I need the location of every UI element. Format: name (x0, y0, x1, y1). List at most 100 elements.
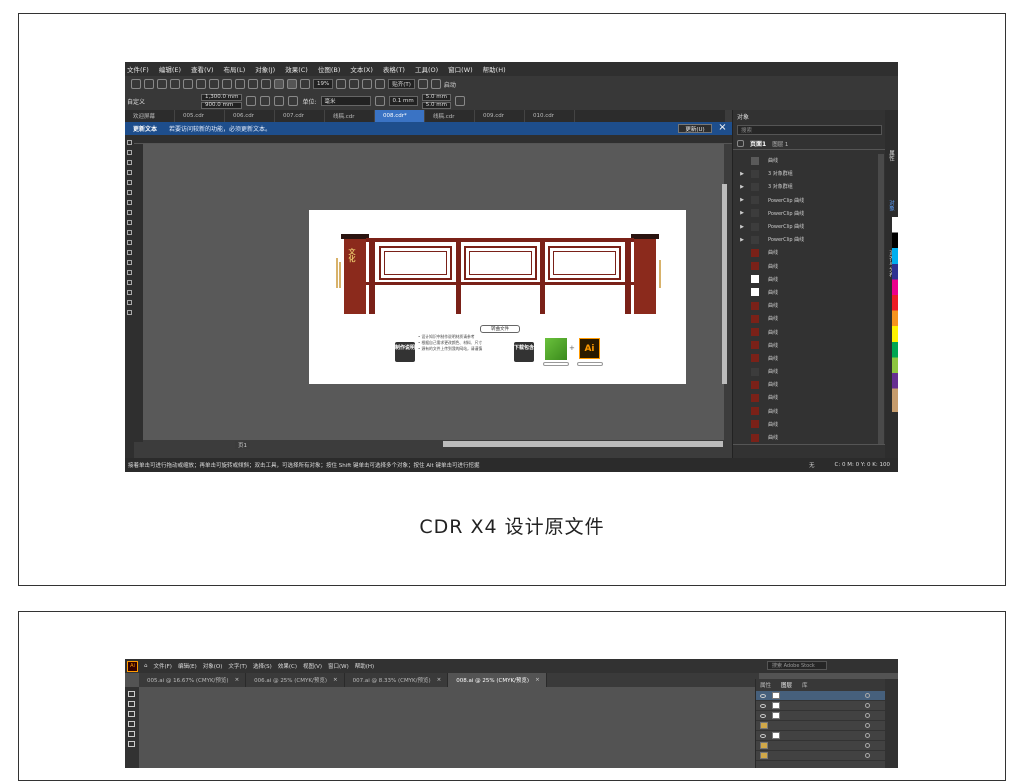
close-icon[interactable]: × (235, 677, 240, 683)
object-row[interactable]: 曲线 (733, 312, 878, 325)
object-row[interactable]: 曲线 (733, 299, 878, 312)
layer-node[interactable]: 图层 1 (772, 140, 788, 148)
object-row[interactable]: 曲线 (733, 246, 878, 259)
ai-menu-item[interactable]: 视图(V) (303, 662, 322, 670)
objects-scrollbar[interactable] (878, 154, 884, 444)
visibility-icon[interactable] (760, 703, 766, 708)
menu-item[interactable]: 对象(J) (255, 64, 275, 74)
document-tab[interactable]: 010.cdr (525, 110, 575, 122)
page-navigator[interactable]: 页1 (135, 440, 435, 449)
artistic-media-icon[interactable] (127, 190, 132, 195)
show-guides-icon[interactable] (375, 79, 386, 89)
ai-document-tab[interactable]: 008.ai @ 25% (CMYK/预览) × (448, 673, 547, 687)
close-icon[interactable]: × (333, 677, 338, 683)
show-rulers-icon[interactable] (349, 79, 360, 89)
close-icon[interactable]: × (437, 677, 442, 683)
document-tab[interactable]: 线稿.cdr (325, 110, 375, 122)
page-height-field[interactable]: 900.0 mm (201, 101, 243, 109)
blend-tool-icon[interactable] (127, 270, 132, 275)
ai-document-tab[interactable]: 007.ai @ 8.33% (CMYK/预览) × (345, 673, 449, 687)
pick-tool-icon[interactable] (127, 140, 132, 145)
ai-panel-tab[interactable]: 库 (802, 681, 808, 689)
document-tab[interactable]: 005.cdr (175, 110, 225, 122)
layer-icon[interactable] (737, 140, 744, 147)
snap-to-dropdown[interactable]: 贴齐(T) (388, 79, 415, 89)
gear-icon[interactable] (417, 79, 428, 89)
text-tool-icon[interactable] (127, 230, 132, 235)
ai-menu-item[interactable]: 文件(F) (154, 662, 172, 670)
document-tab[interactable]: 009.cdr (475, 110, 525, 122)
expand-arrow-icon[interactable]: ▶ (733, 210, 751, 216)
export-icon[interactable] (287, 79, 297, 89)
page-node[interactable]: 页面1 (750, 139, 766, 148)
menu-item[interactable]: 文本(X) (350, 64, 373, 74)
object-row[interactable]: 曲线 (733, 286, 878, 299)
transparency-tool-icon[interactable] (127, 280, 132, 285)
horizontal-ruler[interactable] (134, 135, 732, 144)
direct-selection-icon[interactable] (128, 701, 135, 707)
unit-dropdown[interactable]: 毫米 (320, 96, 371, 106)
shape-tool-icon[interactable] (127, 150, 132, 155)
ai-menu-item[interactable]: 文字(T) (228, 662, 247, 670)
object-row[interactable]: 曲线 (733, 352, 878, 365)
layer-row[interactable] (756, 701, 886, 711)
layer-row[interactable] (756, 741, 886, 751)
connector-tool-icon[interactable] (127, 260, 132, 265)
open-icon[interactable] (144, 79, 154, 89)
visibility-icon[interactable] (760, 693, 766, 698)
layer-row[interactable] (756, 751, 886, 761)
object-row[interactable]: 曲线 (733, 365, 878, 378)
fullscreen-icon[interactable] (336, 79, 347, 89)
polygon-tool-icon[interactable] (127, 220, 132, 225)
target-icon[interactable] (865, 743, 870, 748)
expand-arrow-icon[interactable]: ▶ (733, 224, 751, 230)
page-width-field[interactable]: 1,300.0 mm (201, 93, 243, 101)
new-doc-icon[interactable] (131, 79, 141, 89)
side-tab-properties[interactable]: 属性 (887, 150, 895, 161)
object-row[interactable]: ▶ PowerClip 曲线 (733, 194, 878, 207)
menu-item[interactable]: 文件(F) (127, 64, 149, 74)
smart-fill-icon[interactable] (127, 310, 132, 315)
menu-item[interactable]: 工具(O) (415, 64, 438, 74)
rectangle-tool-icon[interactable] (128, 731, 135, 737)
document-tab[interactable]: 欢迎屏幕 (125, 110, 175, 122)
portrait-icon[interactable] (246, 96, 257, 106)
target-icon[interactable] (865, 693, 870, 698)
object-row[interactable]: ▶ 3 对象群组 (733, 167, 878, 180)
menu-item[interactable]: 布局(L) (224, 64, 246, 74)
all-pages-icon[interactable] (274, 96, 285, 106)
current-page-icon[interactable] (288, 96, 299, 106)
object-row[interactable]: 曲线 (733, 405, 878, 418)
save-icon[interactable] (157, 79, 167, 89)
menu-item[interactable]: 效果(C) (285, 64, 308, 74)
color-palette[interactable] (892, 217, 898, 412)
document-page[interactable]: 文化 转曲文件 制作说明 • 设计知识中制作说明材质请参考 • 根据自己需求更改… (309, 210, 686, 384)
import-icon[interactable] (274, 79, 284, 89)
pen-tool-icon[interactable] (128, 711, 135, 717)
vertical-ruler[interactable] (134, 144, 143, 442)
object-row[interactable]: ▶ PowerClip 曲线 (733, 233, 878, 246)
print-icon[interactable] (196, 79, 206, 89)
zoom-tool-icon[interactable] (127, 170, 132, 175)
redo-icon[interactable] (261, 79, 271, 89)
layer-row[interactable] (756, 731, 886, 741)
object-row[interactable]: 曲线 (733, 418, 878, 431)
ai-menu-item[interactable]: 编辑(E) (178, 662, 197, 670)
paste-icon[interactable] (235, 79, 245, 89)
home-icon[interactable]: ⌂ (144, 663, 148, 669)
object-row[interactable]: 曲线 (733, 339, 878, 352)
object-row[interactable]: ▶ PowerClip 曲线 (733, 220, 878, 233)
layer-row[interactable] (756, 691, 886, 701)
menu-item[interactable]: 表格(T) (383, 64, 405, 74)
ai-panel-tab[interactable]: 图层 (781, 681, 792, 689)
menu-item[interactable]: 编辑(E) (159, 64, 181, 74)
outline-color-readout[interactable]: C: 0 M: 0 Y: 0 K: 100 (835, 462, 890, 468)
expand-arrow-icon[interactable]: ▶ (733, 237, 751, 243)
menu-item[interactable]: 位图(B) (318, 64, 341, 74)
target-icon[interactable] (865, 723, 870, 728)
ai-menu-item[interactable]: 对象(O) (203, 662, 223, 670)
ai-menu-item[interactable]: 帮助(H) (355, 662, 374, 670)
ai-document-tab[interactable]: 005.ai @ 16.67% (CMYK/预览) × (139, 673, 247, 687)
table-tool-icon[interactable] (127, 240, 132, 245)
page-options-icon[interactable] (454, 96, 465, 106)
